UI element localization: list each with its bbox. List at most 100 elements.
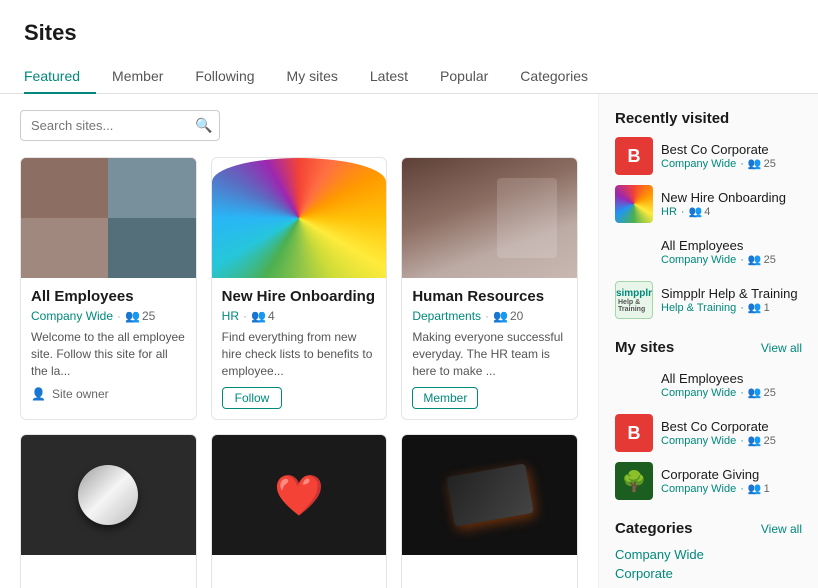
site-info: Best Co Corporate Company Wide · 👥 25 xyxy=(661,419,776,447)
site-sub: Company Wide · 👥 25 xyxy=(661,434,776,447)
card-footer: Follow xyxy=(222,387,377,409)
site-thumb-mybestco: B xyxy=(615,414,653,452)
card-desc: Find everything from new hire check list… xyxy=(222,329,377,379)
page: Sites Featured Member Following My sites… xyxy=(0,0,818,588)
category-corporate[interactable]: Corporate xyxy=(615,566,802,581)
site-card-6[interactable] xyxy=(401,434,578,588)
card-category: Departments xyxy=(412,309,481,323)
card-image-coins xyxy=(21,435,196,555)
card-meta: HR · 👥 4 xyxy=(222,309,377,323)
tab-my-sites[interactable]: My sites xyxy=(271,60,354,94)
follow-button[interactable]: Follow xyxy=(222,387,283,409)
site-card-new-hire[interactable]: New Hire Onboarding HR · 👥 4 Find everyt… xyxy=(211,157,388,420)
site-name: All Employees xyxy=(661,371,776,386)
card-meta: Company Wide · 👥 25 xyxy=(31,309,186,323)
site-name: All Employees xyxy=(661,238,776,253)
my-sites-header: My sites View all xyxy=(615,339,802,356)
main-area: 🔍 All Employees xyxy=(0,94,818,588)
card-footer: 👤 Site owner xyxy=(31,387,186,401)
tab-latest[interactable]: Latest xyxy=(354,60,424,94)
site-thumb-bestco: B xyxy=(615,137,653,175)
categories-view-all[interactable]: View all xyxy=(761,522,802,536)
site-card-hr[interactable]: Human Resources Departments · 👥 20 Makin… xyxy=(401,157,578,420)
people-icon: 👥 xyxy=(251,309,266,323)
site-info: Best Co Corporate Company Wide · 👥 25 xyxy=(661,142,776,170)
search-input[interactable] xyxy=(31,118,191,133)
search-bar[interactable]: 🔍 xyxy=(20,110,220,141)
categories-header: Categories View all xyxy=(615,520,802,537)
card-body-all-employees: All Employees Company Wide · 👥 25 Welcom… xyxy=(21,278,196,411)
site-thumb-simpplr: simpplr Help & Training xyxy=(615,281,653,319)
member-count: 👥 4 xyxy=(251,309,275,323)
site-sub: Company Wide · 👥 25 xyxy=(661,253,776,266)
site-sub: Help & Training · 👥 1 xyxy=(661,301,798,314)
site-info: New Hire Onboarding HR · 👥 4 xyxy=(661,190,786,218)
site-sub: Company Wide · 👥 1 xyxy=(661,482,770,495)
recently-visited-item-2[interactable]: New Hire Onboarding HR · 👥 4 xyxy=(615,185,802,223)
tab-member[interactable]: Member xyxy=(96,60,179,94)
card-body-4 xyxy=(21,555,196,588)
card-image-new-hire xyxy=(212,158,387,278)
people-icon: 👥 xyxy=(493,309,508,323)
member-button[interactable]: Member xyxy=(412,387,478,409)
people-icon: 👥 xyxy=(125,309,140,323)
my-sites-item-3[interactable]: 🌳 Corporate Giving Company Wide · 👥 1 xyxy=(615,462,802,500)
card-category: HR xyxy=(222,309,239,323)
member-count: 👥 20 xyxy=(493,309,523,323)
header: Sites Featured Member Following My sites… xyxy=(0,0,818,94)
my-sites-view-all[interactable]: View all xyxy=(761,341,802,355)
category-company-wide[interactable]: Company Wide xyxy=(615,547,802,562)
card-title: Human Resources xyxy=(412,288,567,305)
search-icon: 🔍 xyxy=(195,117,212,134)
categories-title: Categories xyxy=(615,520,693,537)
site-name: Best Co Corporate xyxy=(661,419,776,434)
site-thumb-corporate-giving: 🌳 xyxy=(615,462,653,500)
site-thumb-allemployees xyxy=(615,233,653,271)
recently-visited-item-3[interactable]: All Employees Company Wide · 👥 25 xyxy=(615,233,802,271)
page-title: Sites xyxy=(24,20,794,46)
site-info: All Employees Company Wide · 👥 25 xyxy=(661,238,776,266)
site-sub: Company Wide · 👥 25 xyxy=(661,157,776,170)
site-name: New Hire Onboarding xyxy=(661,190,786,205)
card-image-heart: ❤️ xyxy=(212,435,387,555)
member-count: 👥 25 xyxy=(125,309,155,323)
recently-visited-item-4[interactable]: simpplr Help & Training Simpplr Help & T… xyxy=(615,281,802,319)
site-name: Best Co Corporate xyxy=(661,142,776,157)
site-grid: All Employees Company Wide · 👥 25 Welcom… xyxy=(20,157,578,588)
site-name: Simpplr Help & Training xyxy=(661,286,798,301)
sidebar: Recently visited B Best Co Corporate Com… xyxy=(598,94,818,588)
card-category: Company Wide xyxy=(31,309,113,323)
site-card-5[interactable]: ❤️ xyxy=(211,434,388,588)
recently-visited-item-1[interactable]: B Best Co Corporate Company Wide · 👥 25 xyxy=(615,137,802,175)
card-body-5 xyxy=(212,555,387,588)
site-info: Simpplr Help & Training Help & Training … xyxy=(661,286,798,314)
tab-featured[interactable]: Featured xyxy=(24,60,96,94)
card-title: New Hire Onboarding xyxy=(222,288,377,305)
site-thumb-newhire xyxy=(615,185,653,223)
my-sites-item-2[interactable]: B Best Co Corporate Company Wide · 👥 25 xyxy=(615,414,802,452)
site-info: Corporate Giving Company Wide · 👥 1 xyxy=(661,467,770,495)
site-owner-label: Site owner xyxy=(52,387,109,401)
site-card-all-employees[interactable]: All Employees Company Wide · 👥 25 Welcom… xyxy=(20,157,197,420)
tab-categories[interactable]: Categories xyxy=(504,60,604,94)
my-sites-title: My sites xyxy=(615,339,674,356)
my-sites-item-1[interactable]: All Employees Company Wide · 👥 25 xyxy=(615,366,802,404)
site-owner-icon: 👤 xyxy=(31,387,46,401)
categories-list: Company Wide Corporate HR xyxy=(615,547,802,588)
card-image-hr xyxy=(402,158,577,278)
recently-visited-section: Recently visited B Best Co Corporate Com… xyxy=(615,110,802,319)
content-area: 🔍 All Employees xyxy=(0,94,598,588)
site-thumb-myallemployees xyxy=(615,366,653,404)
site-sub: Company Wide · 👥 25 xyxy=(661,386,776,399)
site-sub: HR · 👥 4 xyxy=(661,205,786,218)
site-card-4[interactable] xyxy=(20,434,197,588)
card-desc: Making everyone successful everyday. The… xyxy=(412,329,567,379)
site-name: Corporate Giving xyxy=(661,467,770,482)
my-sites-section: My sites View all All Employees Compan xyxy=(615,339,802,500)
site-info: All Employees Company Wide · 👥 25 xyxy=(661,371,776,399)
categories-section: Categories View all Company Wide Corpora… xyxy=(615,520,802,588)
card-body-hr: Human Resources Departments · 👥 20 Makin… xyxy=(402,278,577,419)
tab-popular[interactable]: Popular xyxy=(424,60,504,94)
tab-following[interactable]: Following xyxy=(179,60,270,94)
recently-visited-header: Recently visited xyxy=(615,110,802,127)
